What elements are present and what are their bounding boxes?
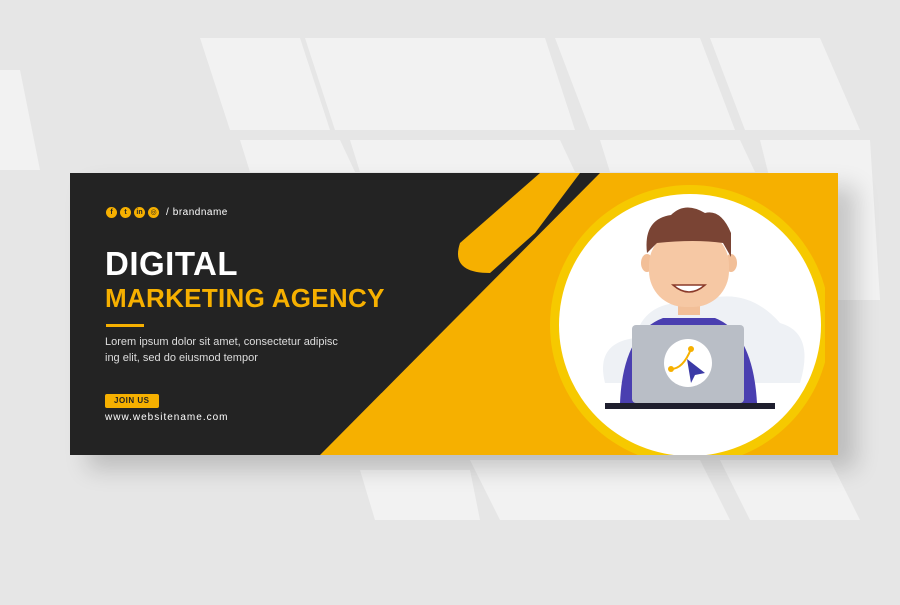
instagram-icon[interactable]: ◎ xyxy=(148,207,159,218)
brand-name: brandname xyxy=(172,207,228,218)
facebook-cover-banner: f t in ◎ / brandname DIGITAL MARKETING A… xyxy=(70,173,838,455)
join-us-button[interactable]: JOIN US xyxy=(105,394,159,408)
linkedin-icon[interactable]: in xyxy=(134,207,145,218)
title-line-2: MARKETING AGENCY xyxy=(105,283,385,313)
marketer-illustration xyxy=(550,185,825,455)
body-text-line-1: Lorem ipsum dolor sit amet, consectetur … xyxy=(105,336,338,348)
brand-separator: / xyxy=(166,207,169,218)
social-links: f t in ◎ / brandname xyxy=(106,207,228,218)
title-underline xyxy=(106,324,144,327)
title-line-1: DIGITAL xyxy=(105,245,239,282)
body-text-line-2: ing elit, sed do eiusmod tempor xyxy=(105,352,258,364)
twitter-icon[interactable]: t xyxy=(120,207,131,218)
website-url[interactable]: www.websitename.com xyxy=(105,412,228,423)
body-text: Lorem ipsum dolor sit amet, consectetur … xyxy=(105,334,365,366)
facebook-icon[interactable]: f xyxy=(106,207,117,218)
